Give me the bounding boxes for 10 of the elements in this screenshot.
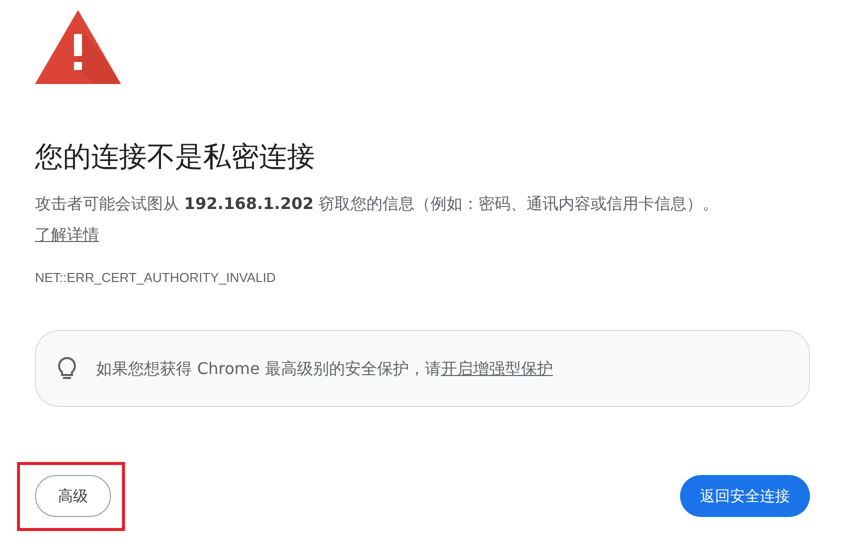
learn-more-link[interactable]: 了解详情 <box>35 224 99 244</box>
lightbulb-icon <box>56 356 78 382</box>
error-code: NET::ERR_CERT_AUTHORITY_INVALID <box>35 268 277 287</box>
warning-message: 攻击者可能会试图从 192.168.1.202 窃取您的信息（例如：密码、通讯内容或信用卡信息）。 了解详情 <box>35 192 720 246</box>
tip-text: 如果您想获得 Chrome 最高级别的安全保护，请开启增强型保护 <box>96 358 553 380</box>
page-title: 您的连接不是私密连接 <box>35 140 316 174</box>
enhanced-protection-link[interactable]: 开启增强型保护 <box>440 358 553 378</box>
advanced-button[interactable]: 高级 <box>35 475 111 518</box>
back-to-safety-button[interactable]: 返回安全连接 <box>680 475 810 518</box>
warning-icon <box>35 10 121 84</box>
